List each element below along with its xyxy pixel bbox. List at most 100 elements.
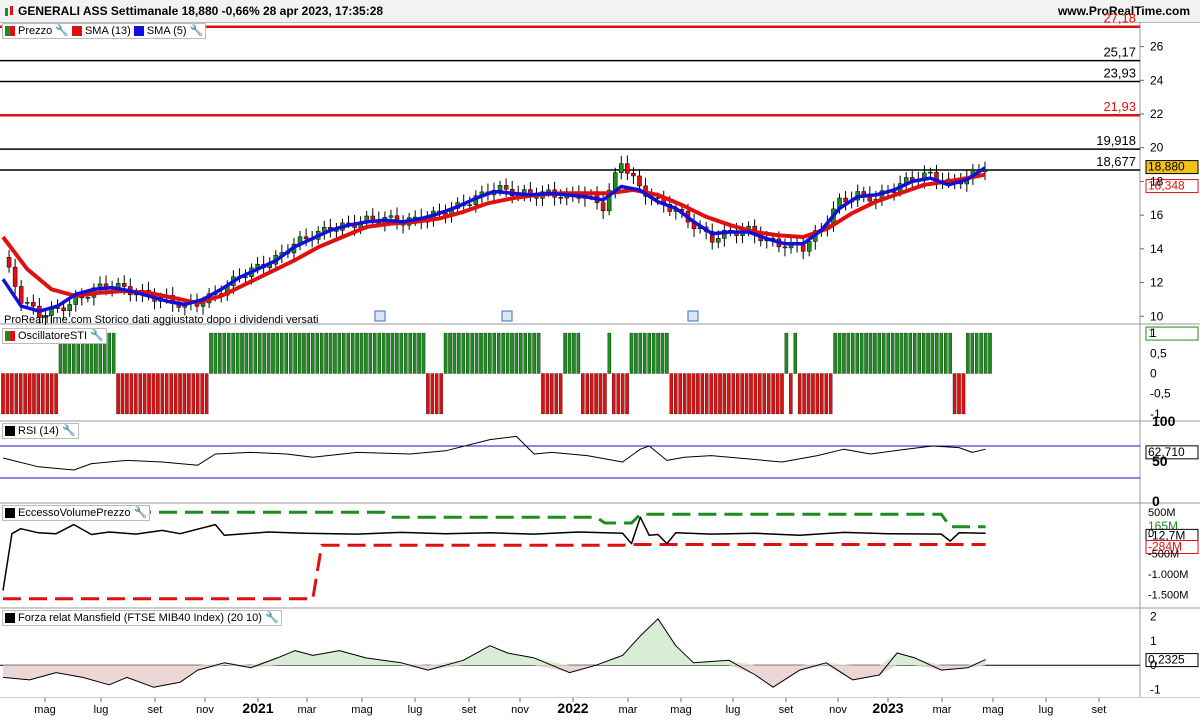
candle-body bbox=[73, 296, 78, 305]
wrench-icon[interactable]: 🔧 bbox=[62, 424, 76, 438]
candle-body bbox=[806, 241, 812, 252]
sti-swatch-icon bbox=[5, 331, 15, 341]
calendar-icon bbox=[687, 310, 699, 322]
candle-body bbox=[85, 297, 91, 299]
sti-positive-bar bbox=[408, 332, 412, 374]
x-tick-label: 2022 bbox=[557, 700, 588, 716]
mansfield-y-tick-label: 0 bbox=[1150, 658, 1157, 672]
sti-positive-bar bbox=[523, 332, 528, 374]
sti-negative-bar bbox=[550, 373, 554, 415]
sti-negative-bar bbox=[674, 373, 678, 415]
sti-negative-bar bbox=[744, 373, 749, 415]
rsi-panel: 62,710 bbox=[0, 435, 1199, 479]
candle-body bbox=[6, 257, 12, 268]
sti-negative-bar bbox=[173, 373, 178, 415]
sti-positive-bar bbox=[284, 332, 289, 374]
sti-legend[interactable]: OscillatoreSTI 🔧 bbox=[2, 328, 107, 344]
sti-negative-bar bbox=[45, 373, 50, 415]
sti-negative-bar bbox=[134, 373, 138, 415]
data-note: ProRealTime.com Storico dati aggiustato … bbox=[4, 314, 319, 326]
sti-positive-bar bbox=[833, 332, 837, 374]
sti-positive-bar bbox=[908, 332, 913, 374]
sti-negative-bar bbox=[41, 373, 45, 415]
sti-positive-bar bbox=[350, 332, 355, 374]
sti-negative-bar bbox=[182, 373, 187, 415]
candle-body bbox=[497, 185, 503, 191]
sti-negative-bar bbox=[191, 373, 196, 415]
legend-evp: EccessoVolumePrezzo bbox=[18, 507, 131, 519]
evp-legend[interactable]: EccessoVolumePrezzo 🔧 bbox=[2, 505, 151, 521]
rsi-legend[interactable]: RSI (14) 🔧 bbox=[2, 423, 79, 439]
sti-negative-bar bbox=[585, 373, 589, 415]
x-tick-label: 2023 bbox=[872, 700, 903, 716]
sti-positive-bar bbox=[842, 332, 846, 374]
sti-positive-bar bbox=[404, 332, 408, 374]
sti-negative-bar bbox=[961, 373, 966, 415]
candle-body bbox=[800, 244, 806, 252]
volume-excess-panel: 165M-12,7M-284M bbox=[2, 510, 1199, 601]
evp-line bbox=[2, 516, 986, 591]
sti-negative-bar bbox=[147, 373, 151, 415]
x-axis-band bbox=[0, 698, 1200, 720]
evp-upper-band bbox=[3, 510, 986, 529]
sti-positive-bar bbox=[527, 332, 532, 374]
sti-positive-bar bbox=[886, 332, 890, 374]
sti-positive-bar bbox=[213, 332, 218, 374]
sti-negative-bar bbox=[709, 373, 713, 415]
sti-y-tick-label: 1 bbox=[1150, 326, 1157, 340]
sti-negative-bar bbox=[169, 373, 173, 415]
sti-negative-bar bbox=[718, 373, 722, 415]
sti-negative-bar bbox=[696, 373, 700, 415]
calendar-icon bbox=[374, 310, 386, 322]
sti-positive-bar bbox=[629, 332, 634, 374]
sti-positive-bar bbox=[882, 332, 886, 374]
sti-negative-bar bbox=[740, 373, 744, 415]
candle-body bbox=[861, 191, 867, 195]
sti-positive-bar bbox=[948, 332, 952, 374]
wrench-icon[interactable]: 🔧 bbox=[134, 506, 148, 520]
sti-positive-bar bbox=[873, 332, 877, 374]
sti-positive-bar bbox=[443, 332, 448, 374]
sti-negative-bar bbox=[625, 373, 629, 415]
candle-body bbox=[67, 304, 72, 312]
sti-positive-bar bbox=[319, 332, 324, 374]
sti-positive-bar bbox=[209, 332, 213, 374]
sti-negative-bar bbox=[775, 373, 780, 415]
mansfield-panel: 0,2325 bbox=[0, 618, 1199, 688]
rsi-swatch-icon bbox=[5, 426, 15, 436]
price-y-tick-label: 12 bbox=[1150, 276, 1164, 290]
price-legend[interactable]: Prezzo 🔧 SMA (13) SMA (5) 🔧 bbox=[2, 23, 207, 39]
sti-positive-bar bbox=[324, 332, 328, 374]
sti-positive-bar bbox=[461, 332, 466, 374]
evp-y-tick-label: -1.000M bbox=[1148, 569, 1188, 581]
sti-negative-bar bbox=[430, 373, 435, 415]
sti-positive-bar bbox=[417, 332, 421, 374]
mansfield-y-tick-label: -1 bbox=[1150, 683, 1161, 697]
mansfield-legend[interactable]: Forza relat Mansfield (FTSE MIB40 Index)… bbox=[2, 610, 282, 626]
x-tick-label: lug bbox=[94, 704, 109, 716]
sti-positive-bar bbox=[970, 332, 975, 374]
wrench-icon[interactable]: 🔧 bbox=[90, 329, 104, 343]
wrench-icon[interactable]: 🔧 bbox=[55, 24, 69, 38]
wrench-icon[interactable]: 🔧 bbox=[190, 24, 204, 38]
sti-negative-bar bbox=[620, 373, 625, 415]
sti-positive-bar bbox=[868, 332, 873, 374]
horizontal-level-label: 27,18 bbox=[1103, 11, 1136, 26]
sti-positive-bar bbox=[293, 332, 297, 374]
candle-body bbox=[655, 197, 660, 199]
sti-negative-bar bbox=[160, 373, 165, 415]
price-y-tick-label: 14 bbox=[1150, 242, 1164, 256]
sti-negative-bar bbox=[806, 373, 811, 415]
wrench-icon[interactable]: 🔧 bbox=[265, 611, 279, 625]
candle-body bbox=[631, 173, 636, 177]
sti-positive-bar bbox=[333, 332, 337, 374]
sti-positive-bar bbox=[837, 332, 842, 374]
sti-positive-bar bbox=[377, 332, 381, 374]
x-tick-label: nov bbox=[511, 704, 529, 716]
sti-positive-bar bbox=[262, 332, 266, 374]
horizontal-level-label: 23,93 bbox=[1103, 65, 1136, 80]
sti-positive-bar bbox=[226, 332, 231, 374]
sti-negative-bar bbox=[727, 373, 731, 415]
sti-positive-bar bbox=[983, 332, 988, 374]
sti-positive-bar bbox=[607, 332, 612, 374]
